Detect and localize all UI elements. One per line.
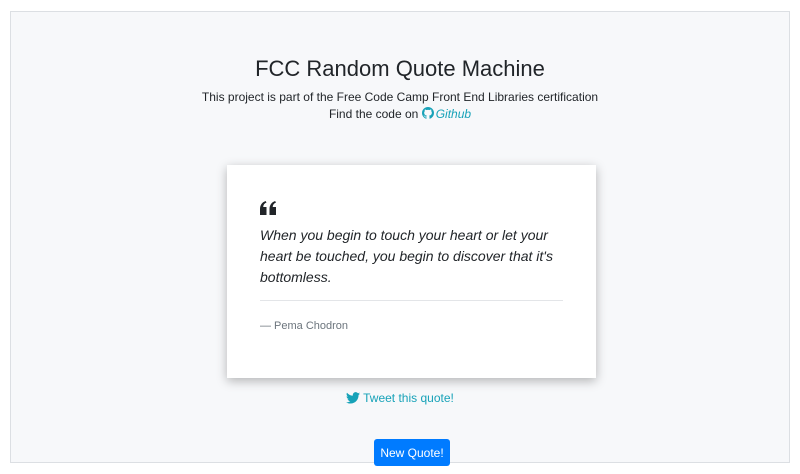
tweet-quote-link[interactable]: Tweet this quote! xyxy=(363,391,454,405)
github-link[interactable]: Github xyxy=(436,107,471,121)
code-link-prefix: Find the code on xyxy=(328,107,419,121)
page-subtitle: This project is part of the Free Code Ca… xyxy=(201,90,599,104)
quote-author: — Pema Chodron xyxy=(260,320,349,332)
quote-left-icon xyxy=(260,201,276,215)
twitter-icon[interactable] xyxy=(346,392,361,404)
page-title: FCC Random Quote Machine xyxy=(255,56,545,81)
quote-card: When you begin to touch your heart or le… xyxy=(227,165,596,378)
app-container: FCC Random Quote Machine This project is… xyxy=(10,11,790,466)
new-quote-button[interactable]: New Quote! xyxy=(374,439,450,466)
quote-divider xyxy=(260,300,563,301)
tweet-line: Tweet this quote! xyxy=(11,391,789,405)
quote-text: When you begin to touch your heart or le… xyxy=(260,227,553,285)
github-icon xyxy=(421,107,434,119)
code-link-line: Find the code on Github xyxy=(11,107,789,121)
